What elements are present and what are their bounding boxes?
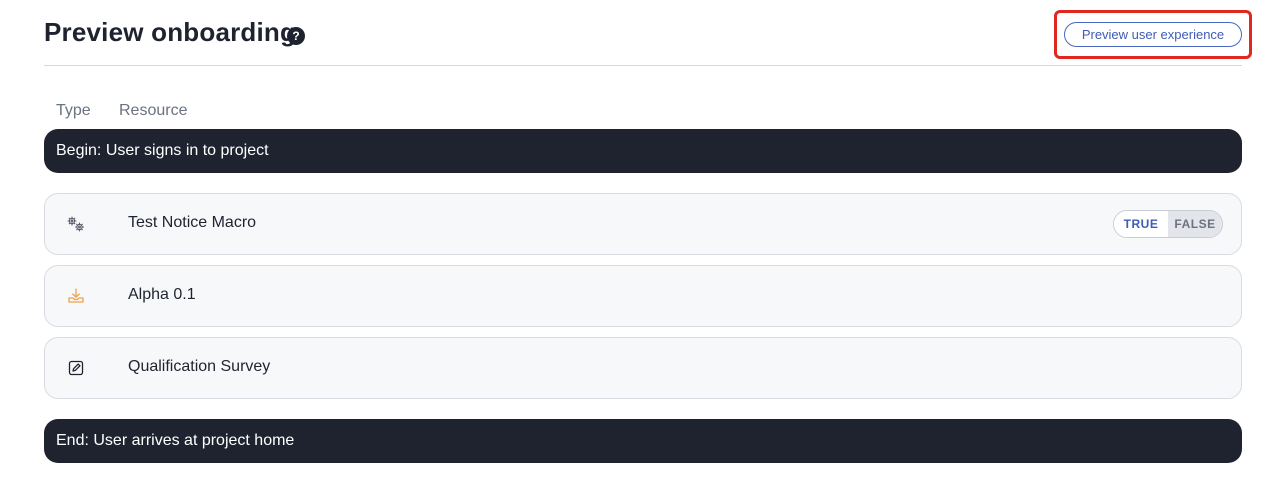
list-item-alpha[interactable]: Alpha 0.1 (44, 265, 1242, 327)
column-header-resource: Resource (119, 102, 188, 119)
toggle-false-option[interactable]: FALSE (1168, 211, 1222, 237)
list-item-test-notice-macro[interactable]: Test Notice Macro TRUE FALSE (44, 193, 1242, 255)
list-item-label: Test Notice Macro (128, 214, 257, 231)
column-header-type: Type (56, 102, 91, 119)
preview-user-experience-button[interactable]: Preview user experience (1064, 22, 1242, 47)
edit-square-icon (65, 357, 87, 379)
list-item-qualification-survey[interactable]: Qualification Survey (44, 337, 1242, 399)
page-title: Preview onboarding (44, 17, 297, 47)
list-item-label: Alpha 0.1 (128, 286, 196, 303)
flow-begin-bar: Begin: User signs in to project (44, 129, 1242, 173)
true-false-toggle[interactable]: TRUE FALSE (1113, 210, 1223, 238)
toggle-true-option[interactable]: TRUE (1114, 211, 1168, 237)
download-tray-icon (65, 285, 87, 307)
help-icon[interactable]: ? (287, 27, 305, 45)
gears-icon (65, 213, 87, 235)
flow-end-bar: End: User arrives at project home (44, 419, 1242, 463)
list-item-label: Qualification Survey (128, 358, 271, 375)
